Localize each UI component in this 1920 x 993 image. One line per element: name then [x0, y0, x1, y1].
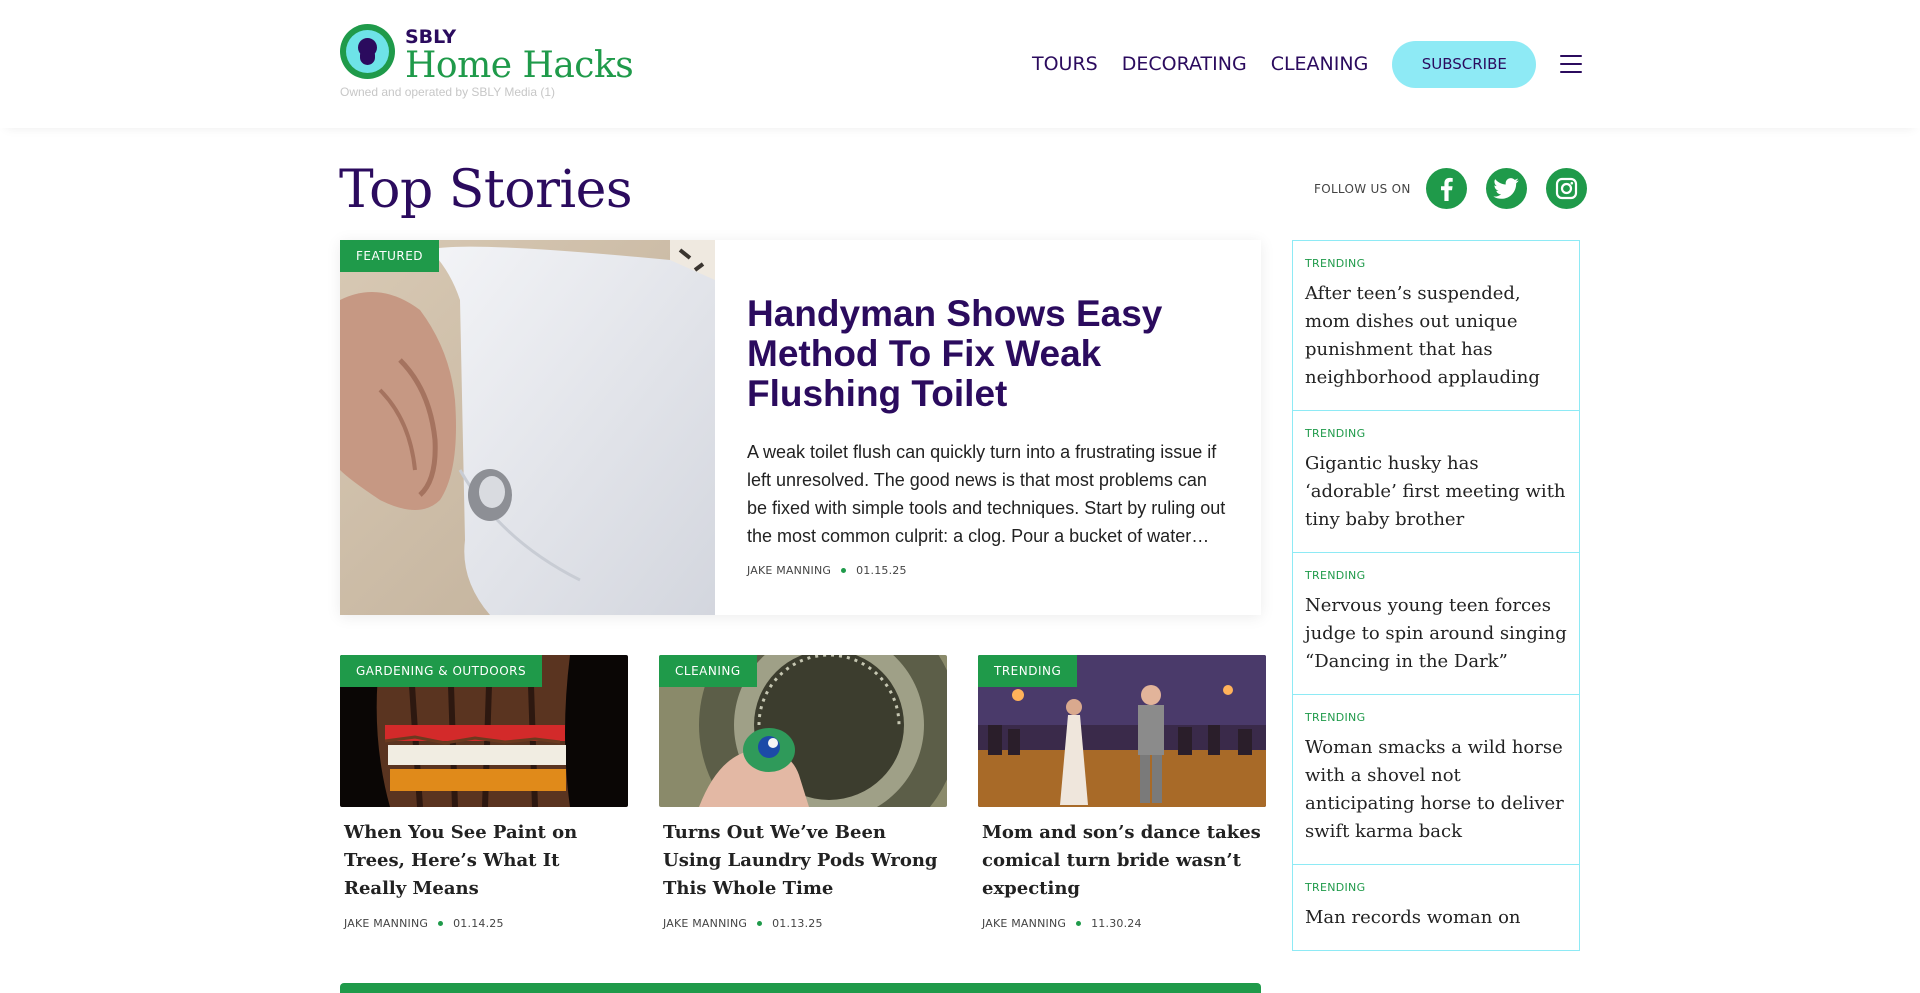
- author[interactable]: JAKE MANNING: [982, 917, 1066, 930]
- trending-item[interactable]: TRENDING Gigantic husky has ‘adorable’ f…: [1293, 410, 1579, 552]
- facebook-icon[interactable]: [1425, 168, 1467, 209]
- featured-title[interactable]: Handyman Shows Easy Method To Fix Weak F…: [747, 294, 1229, 414]
- nav-cleaning[interactable]: CLEANING: [1271, 40, 1369, 88]
- site-header: SBLY Home Hacks Owned and operated by SB…: [0, 0, 1920, 128]
- separator-dot-icon: [438, 921, 444, 926]
- nav-tours[interactable]: TOURS: [1032, 40, 1098, 88]
- trending-title[interactable]: Gigantic husky has ‘adorable’ first meet…: [1305, 450, 1567, 534]
- instagram-icon[interactable]: [1545, 168, 1587, 209]
- section-banner: [340, 983, 1261, 993]
- category-badge[interactable]: TRENDING: [978, 655, 1078, 687]
- trending-label[interactable]: TRENDING: [1305, 569, 1567, 582]
- author[interactable]: JAKE MANNING: [663, 917, 747, 930]
- site-logo[interactable]: SBLY Home Hacks: [340, 24, 634, 86]
- date: 01.14.25: [453, 917, 504, 930]
- card-title[interactable]: Mom and son’s dance takes comical turn b…: [982, 819, 1262, 903]
- date: 11.30.24: [1091, 917, 1142, 930]
- article-card[interactable]: GARDENING & OUTDOORS When You See Paint …: [340, 655, 628, 930]
- category-badge[interactable]: FEATURED: [340, 240, 440, 272]
- trending-title[interactable]: Man records woman on: [1305, 904, 1567, 932]
- menu-icon[interactable]: [1560, 55, 1583, 73]
- nav-decorating[interactable]: DECORATING: [1122, 40, 1247, 88]
- featured-image[interactable]: FEATURED: [340, 240, 715, 615]
- separator-dot-icon: [1076, 921, 1082, 926]
- follow-us: FOLLOW US ON: [1314, 168, 1587, 209]
- trending-title[interactable]: After teen’s suspended, mom dishes out u…: [1305, 280, 1567, 392]
- trending-item[interactable]: TRENDING Nervous young teen forces judge…: [1293, 552, 1579, 694]
- card-image[interactable]: CLEANING: [659, 655, 947, 807]
- trending-label[interactable]: TRENDING: [1305, 711, 1567, 724]
- page-title: Top Stories: [339, 160, 633, 220]
- trending-title[interactable]: Woman smacks a wild horse with a shovel …: [1305, 734, 1567, 846]
- tagline: Owned and operated by SBLY Media (1): [340, 85, 556, 99]
- card-image[interactable]: GARDENING & OUTDOORS: [340, 655, 628, 807]
- article-card[interactable]: CLEANING Turns Out We’ve Been Using Laun…: [659, 655, 947, 930]
- trending-label[interactable]: TRENDING: [1305, 427, 1567, 440]
- featured-excerpt: A weak toilet flush can quickly turn int…: [747, 442, 1226, 546]
- featured-article[interactable]: FEATURED Handyman Shows Easy Method To F…: [340, 240, 1261, 615]
- category-badge[interactable]: GARDENING & OUTDOORS: [340, 655, 543, 687]
- separator-dot-icon: [757, 921, 763, 926]
- author[interactable]: JAKE MANNING: [344, 917, 428, 930]
- author[interactable]: JAKE MANNING: [747, 564, 831, 577]
- keyhole-logo-icon: [340, 24, 395, 79]
- separator-dot-icon: [841, 568, 847, 573]
- subscribe-button[interactable]: SUBSCRIBE: [1392, 40, 1537, 88]
- category-badge[interactable]: CLEANING: [659, 655, 757, 687]
- card-image[interactable]: TRENDING: [978, 655, 1266, 807]
- follow-label: FOLLOW US ON: [1314, 181, 1411, 196]
- article-card[interactable]: TRENDING Mom and son’s dance takes comic…: [978, 655, 1266, 930]
- logo-name: Home Hacks: [405, 45, 634, 86]
- card-title[interactable]: When You See Paint on Trees, Here’s What…: [344, 819, 624, 903]
- trending-label[interactable]: TRENDING: [1305, 881, 1567, 894]
- trending-item[interactable]: TRENDING Man records woman on: [1293, 864, 1579, 950]
- card-title[interactable]: Turns Out We’ve Been Using Laundry Pods …: [663, 819, 943, 903]
- date: 01.15.25: [856, 564, 907, 577]
- article-meta: JAKE MANNING 11.30.24: [982, 917, 1262, 930]
- trending-item[interactable]: TRENDING Woman smacks a wild horse with …: [1293, 694, 1579, 864]
- article-meta: JAKE MANNING 01.15.25: [747, 564, 1229, 577]
- trending-item[interactable]: TRENDING After teen’s suspended, mom dis…: [1293, 241, 1579, 410]
- trending-sidebar: TRENDING After teen’s suspended, mom dis…: [1292, 240, 1580, 951]
- twitter-icon[interactable]: [1485, 168, 1527, 209]
- article-meta: JAKE MANNING 01.14.25: [344, 917, 624, 930]
- trending-label[interactable]: TRENDING: [1305, 257, 1567, 270]
- trending-title[interactable]: Nervous young teen forces judge to spin …: [1305, 592, 1567, 676]
- article-meta: JAKE MANNING 01.13.25: [663, 917, 943, 930]
- main-nav: TOURS DECORATING CLEANING SUBSCRIBE: [1032, 40, 1583, 88]
- date: 01.13.25: [772, 917, 823, 930]
